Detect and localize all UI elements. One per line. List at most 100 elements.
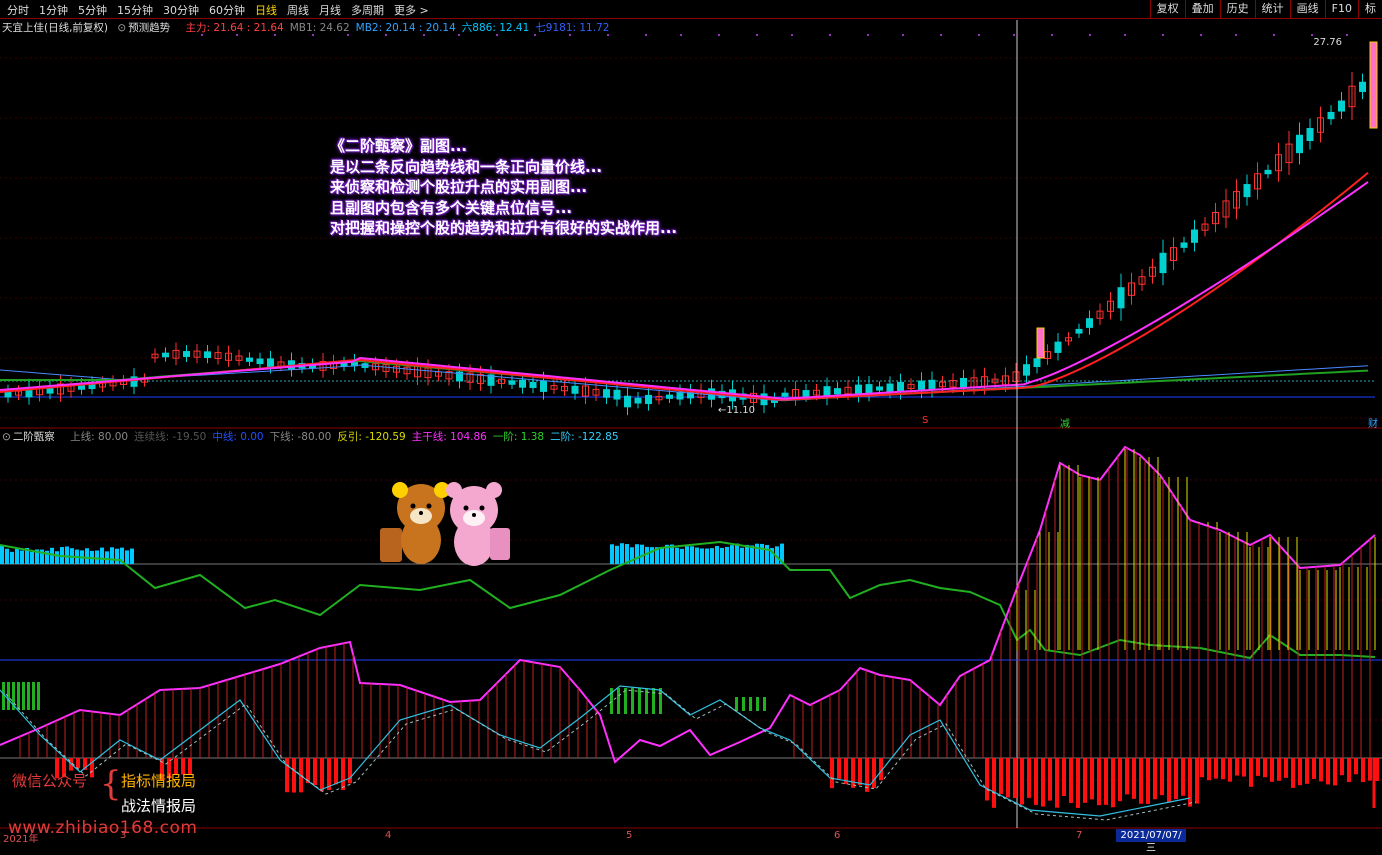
negative-bar [1034, 758, 1038, 805]
signal-dot [756, 34, 758, 36]
candle-body [624, 395, 631, 408]
histogram-bar [675, 547, 679, 564]
indicator-value: 一阶: 1.38 [492, 431, 545, 443]
histogram-bar [20, 550, 24, 564]
high-price-label: 27.76 [1313, 37, 1342, 48]
wechat-label: 微信公众号 [12, 772, 88, 790]
candle-body [1191, 229, 1198, 243]
annotation-line: 对把握和操控个股的趋势和拉升有很好的实战作用... [330, 219, 678, 237]
histogram-bar [95, 550, 99, 564]
candle-body [256, 358, 264, 365]
negative-bar [1055, 758, 1059, 808]
indicator-value: MB2: 20.14 : 20.14 [355, 22, 456, 34]
histogram-bar [760, 543, 764, 564]
indicator-value: 七9181: 11.72 [535, 22, 610, 34]
candle-body [162, 352, 169, 358]
xaxis-label: 5 [626, 830, 633, 841]
positive-bar [652, 688, 655, 714]
account-name-1: 指标情报局 [121, 772, 197, 790]
indicator-value: 中线: 0.00 [212, 431, 264, 443]
histogram-bar [660, 547, 664, 564]
positive-bar [742, 697, 745, 711]
histogram-bar [125, 550, 129, 564]
histogram-bar [620, 543, 624, 564]
negative-bar [830, 758, 834, 789]
negative-bar [1104, 758, 1108, 805]
histogram-bar [130, 548, 134, 564]
candle-body [676, 391, 684, 400]
negative-bar [1298, 758, 1302, 786]
indicator-value: 二阶: -122.85 [550, 431, 619, 443]
candle-body [834, 388, 841, 395]
brace-decoration: { [100, 764, 122, 804]
candle-body [519, 379, 526, 388]
positive-bar [32, 682, 35, 710]
candle-body [865, 384, 873, 395]
negative-bar [1319, 758, 1323, 782]
negative-bar [837, 758, 841, 779]
xaxis-label: 6 [834, 830, 841, 841]
negative-bar [1048, 758, 1052, 801]
candle-highlight [1036, 327, 1045, 359]
sub-indicator-name[interactable]: ⊙ 二阶甄察 [2, 431, 61, 443]
negative-bar [1153, 758, 1157, 800]
signal-dot [1311, 34, 1313, 36]
main-indicator-values: 主力: 21.64 : 21.64 MB1: 24.62 MB2: 20.14 : … [186, 22, 616, 34]
signal-dot [978, 34, 980, 36]
histogram-bar [710, 548, 714, 564]
positive-bar [22, 682, 25, 710]
candle-body [204, 351, 211, 358]
candle-highlight [1369, 41, 1378, 129]
negative-bar [992, 758, 996, 808]
positive-bar [631, 688, 634, 714]
negative-bar [1181, 758, 1185, 796]
negative-bar [1069, 758, 1073, 803]
negative-bar [1249, 758, 1253, 787]
negative-bar [1146, 758, 1150, 804]
negative-bar [851, 758, 855, 788]
negative-bar [1291, 758, 1295, 788]
indicator-value: 反引: -120.59 [337, 431, 406, 443]
signal-marker-s: S [922, 415, 929, 426]
annotation-line: 是以二条反向趋势线和一条正向量价线... [330, 157, 603, 176]
xaxis-label: 3 [120, 830, 127, 841]
candle-body [1023, 364, 1030, 376]
histogram-bar [705, 548, 709, 564]
chevron-down-icon: ⊙ [2, 431, 11, 443]
histogram-bar [5, 548, 9, 564]
candle-body [897, 381, 904, 393]
candle-body [1306, 128, 1314, 141]
histogram-bar [645, 546, 649, 564]
negative-bar [320, 758, 324, 792]
negative-bar [1242, 758, 1246, 777]
signal-dot [829, 34, 831, 36]
negative-bar [348, 758, 352, 784]
stock-chart[interactable] [0, 0, 1382, 845]
annotation-line: 《二阶甄察》副图... [330, 137, 468, 155]
negative-bar [1221, 758, 1225, 780]
negative-bar [1167, 758, 1171, 803]
chevron-down-icon: ⊙ [117, 22, 127, 34]
candle-body [1338, 100, 1345, 112]
histogram-bar [695, 547, 699, 564]
negative-bar [1006, 758, 1010, 798]
histogram-bar [115, 548, 119, 564]
negative-bar [1228, 758, 1232, 782]
main-info-bar: 天宜上佳(日线,前复权) ⊙ 预测趋势 主力: 21.64 : 21.64 MB1:… [2, 21, 621, 35]
candle-body [1159, 252, 1167, 274]
positive-bar [617, 688, 620, 714]
indicator-name[interactable]: ⊙ 预测趋势 [117, 22, 176, 34]
negative-bar [1284, 758, 1288, 778]
negative-bar [334, 758, 338, 785]
signal-dot [1200, 34, 1202, 36]
negative-bar [1277, 758, 1281, 781]
annotation-line: 且副图内包含有多个关键点位信号... [330, 198, 573, 217]
positive-bar [624, 688, 627, 714]
xaxis-label: 7 [1076, 830, 1083, 841]
ma-line-blue [0, 364, 1369, 402]
histogram-bar [85, 548, 89, 564]
histogram-bar [110, 547, 114, 564]
candle-body [603, 389, 610, 398]
candle-body [529, 381, 537, 389]
signal-dot [791, 34, 793, 36]
